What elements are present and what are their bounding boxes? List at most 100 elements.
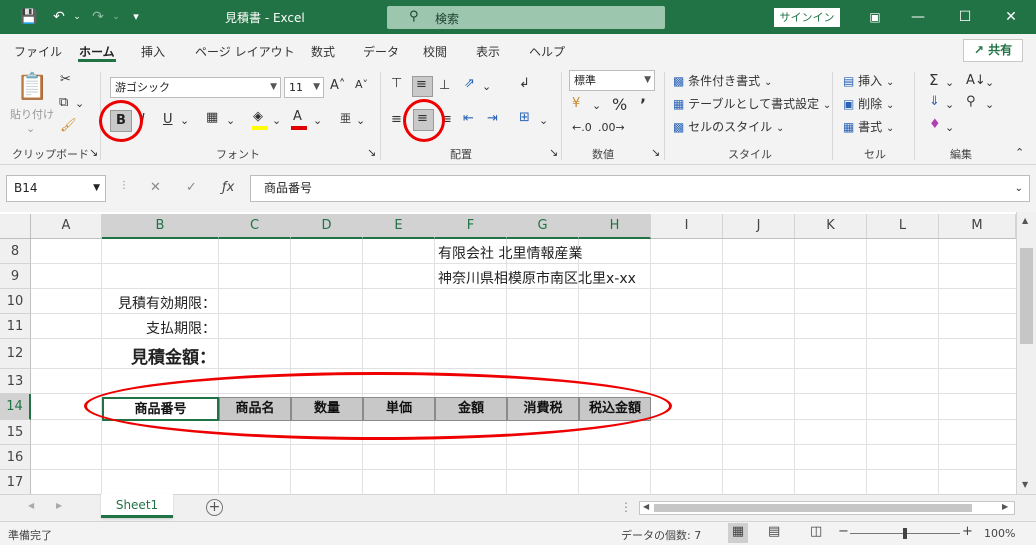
autosum-icon[interactable]: Σ [929, 71, 938, 89]
formula-input[interactable]: 商品番号 ⌄ [250, 175, 1030, 202]
paste-icon[interactable]: 📋 [16, 72, 48, 102]
col-header-c[interactable]: C [219, 214, 291, 239]
row-header-12[interactable]: 12 [0, 339, 31, 369]
zoom-level[interactable]: 100% [984, 527, 1015, 540]
clear-icon[interactable]: ♦ [929, 117, 941, 132]
row-header-11[interactable]: 11 [0, 314, 31, 339]
row-header-14[interactable]: 14 [0, 394, 31, 420]
borders-icon[interactable]: ▦ [206, 110, 218, 125]
col-header-j[interactable]: J [723, 214, 795, 239]
orientation-icon[interactable]: ⇗ [464, 76, 475, 91]
align-top-icon[interactable]: ⊤ [391, 76, 402, 91]
redo-dropdown-icon[interactable]: ⌄ [107, 8, 125, 26]
tab-review[interactable]: 校閲 [423, 43, 447, 60]
scroll-left-icon[interactable]: ◀ [643, 502, 649, 511]
zoom-in-icon[interactable]: + [962, 524, 973, 539]
merge-center-icon[interactable]: ⊞ [519, 110, 530, 125]
row-header-17[interactable]: 17 [0, 470, 31, 494]
font-color-icon[interactable]: A [293, 109, 302, 124]
col-header-m[interactable]: M [939, 214, 1016, 239]
col-header-h[interactable]: H [579, 214, 651, 239]
vertical-scroll-thumb[interactable] [1020, 248, 1033, 344]
decrease-indent-icon[interactable]: ⇤ [463, 111, 474, 126]
increase-indent-icon[interactable]: ⇥ [487, 111, 498, 126]
percent-icon[interactable]: % [612, 95, 627, 114]
number-launcher-icon[interactable]: ↘ [651, 146, 660, 159]
clear-dropdown-icon[interactable]: ⌄ [945, 121, 954, 134]
ribbon-display-icon[interactable]: ▣ [860, 6, 890, 28]
format-painter-icon[interactable]: 🖌 [60, 118, 77, 133]
paste-dropdown-icon[interactable]: ⌄ [26, 122, 35, 135]
tab-page-layout[interactable]: ページ レイアウト [195, 43, 295, 60]
orientation-dropdown-icon[interactable]: ⌄ [482, 80, 491, 93]
wrap-text-icon[interactable]: ↲ [519, 76, 530, 91]
page-layout-view-icon[interactable]: ▤ [768, 524, 780, 539]
tab-help[interactable]: ヘルプ [529, 43, 565, 60]
insert-function-icon[interactable]: ƒx [222, 180, 234, 195]
tab-formulas[interactable]: 数式 [311, 43, 335, 60]
horizontal-scrollbar[interactable]: ◀ ▶ [639, 501, 1015, 515]
page-break-view-icon[interactable]: ◫ [810, 524, 822, 539]
tab-home[interactable]: ホーム [79, 43, 115, 60]
enter-icon[interactable]: ✓ [186, 180, 197, 195]
find-select-icon[interactable]: ⚲ [966, 94, 976, 109]
tab-view[interactable]: 表示 [476, 43, 500, 60]
collapse-ribbon-icon[interactable]: ⌃ [1015, 146, 1024, 159]
fill-icon[interactable]: ⇓ [929, 94, 940, 109]
select-all-button[interactable] [0, 214, 31, 239]
borders-dropdown-icon[interactable]: ⌄ [226, 114, 235, 127]
sort-filter-icon[interactable]: A↓ [966, 73, 986, 88]
cut-icon[interactable]: ✂ [60, 72, 71, 87]
decrease-decimal-icon[interactable]: .00→ [598, 121, 625, 134]
format-as-table-button[interactable]: ▦ テーブルとして書式設定 ⌄ [673, 95, 831, 112]
col-header-i[interactable]: I [651, 214, 723, 239]
col-header-a[interactable]: A [31, 214, 102, 239]
horizontal-scroll-thumb[interactable] [654, 504, 972, 512]
redo-icon[interactable]: ↷ [89, 8, 107, 26]
row-header-10[interactable]: 10 [0, 289, 31, 314]
col-header-l[interactable]: L [867, 214, 939, 239]
vertical-scrollbar[interactable]: ▲ ▼ [1016, 212, 1036, 494]
merge-dropdown-icon[interactable]: ⌄ [539, 114, 548, 127]
font-launcher-icon[interactable]: ↘ [367, 146, 376, 159]
tab-splitter-icon[interactable]: ⋮ [620, 500, 632, 514]
status-count[interactable]: データの個数: 7 [621, 527, 701, 543]
cell-b10[interactable]: 見積有効期限： [102, 293, 216, 313]
tab-file[interactable]: ファイル [14, 43, 62, 60]
delete-cells-button[interactable]: ▣ 削除 ⌄ [843, 95, 894, 112]
customize-qat-icon[interactable]: ▾ [127, 8, 145, 26]
undo-icon[interactable]: ↶ [50, 8, 68, 26]
align-left-icon[interactable]: ≡ [391, 112, 402, 127]
add-sheet-icon[interactable]: + [206, 499, 223, 516]
prev-sheet-icon[interactable]: ◀ [28, 501, 34, 510]
fill-dropdown-icon[interactable]: ⌄ [945, 98, 954, 111]
expand-formula-icon[interactable]: ⌄ [1015, 176, 1023, 201]
font-grow-icon[interactable]: A˄ [330, 78, 345, 93]
sort-dropdown-icon[interactable]: ⌄ [985, 76, 994, 89]
font-size-combo[interactable]: 11 ▼ [284, 77, 324, 98]
conditional-format-button[interactable]: ▩ 条件付き書式 ⌄ [673, 72, 772, 89]
tab-insert[interactable]: 挿入 [141, 43, 165, 60]
signin-button[interactable]: サインイン [774, 8, 840, 27]
worksheet-grid[interactable]: A B C D E F G H I J K L M 8 9 10 11 12 1… [0, 212, 1036, 494]
paste-label[interactable]: 貼り付け [10, 106, 54, 122]
row-header-16[interactable]: 16 [0, 445, 31, 470]
row-header-15[interactable]: 15 [0, 420, 31, 445]
minimize-icon[interactable]: — [903, 6, 933, 28]
close-icon[interactable]: ✕ [996, 6, 1026, 28]
clipboard-launcher-icon[interactable]: ↘ [89, 146, 98, 159]
cell-b11[interactable]: 支払期限： [102, 318, 216, 338]
row-header-8[interactable]: 8 [0, 239, 31, 264]
share-button[interactable]: ↗ 共有 [963, 39, 1023, 62]
name-box[interactable]: B14 ▼ [6, 175, 106, 202]
currency-dropdown-icon[interactable]: ⌄ [592, 99, 601, 112]
row-header-13[interactable]: 13 [0, 369, 31, 394]
currency-icon[interactable]: ¥ [572, 96, 580, 111]
search-box[interactable]: ⚲ 検索 [387, 6, 665, 29]
col-header-k[interactable]: K [795, 214, 867, 239]
underline-button[interactable]: U [163, 112, 173, 127]
phonetic-dropdown-icon[interactable]: ⌄ [356, 114, 365, 127]
cell-f8[interactable]: 有限会社 北里情報産業 [438, 243, 582, 263]
fill-dropdown-icon[interactable]: ⌄ [272, 114, 281, 127]
col-header-f[interactable]: F [435, 214, 507, 239]
